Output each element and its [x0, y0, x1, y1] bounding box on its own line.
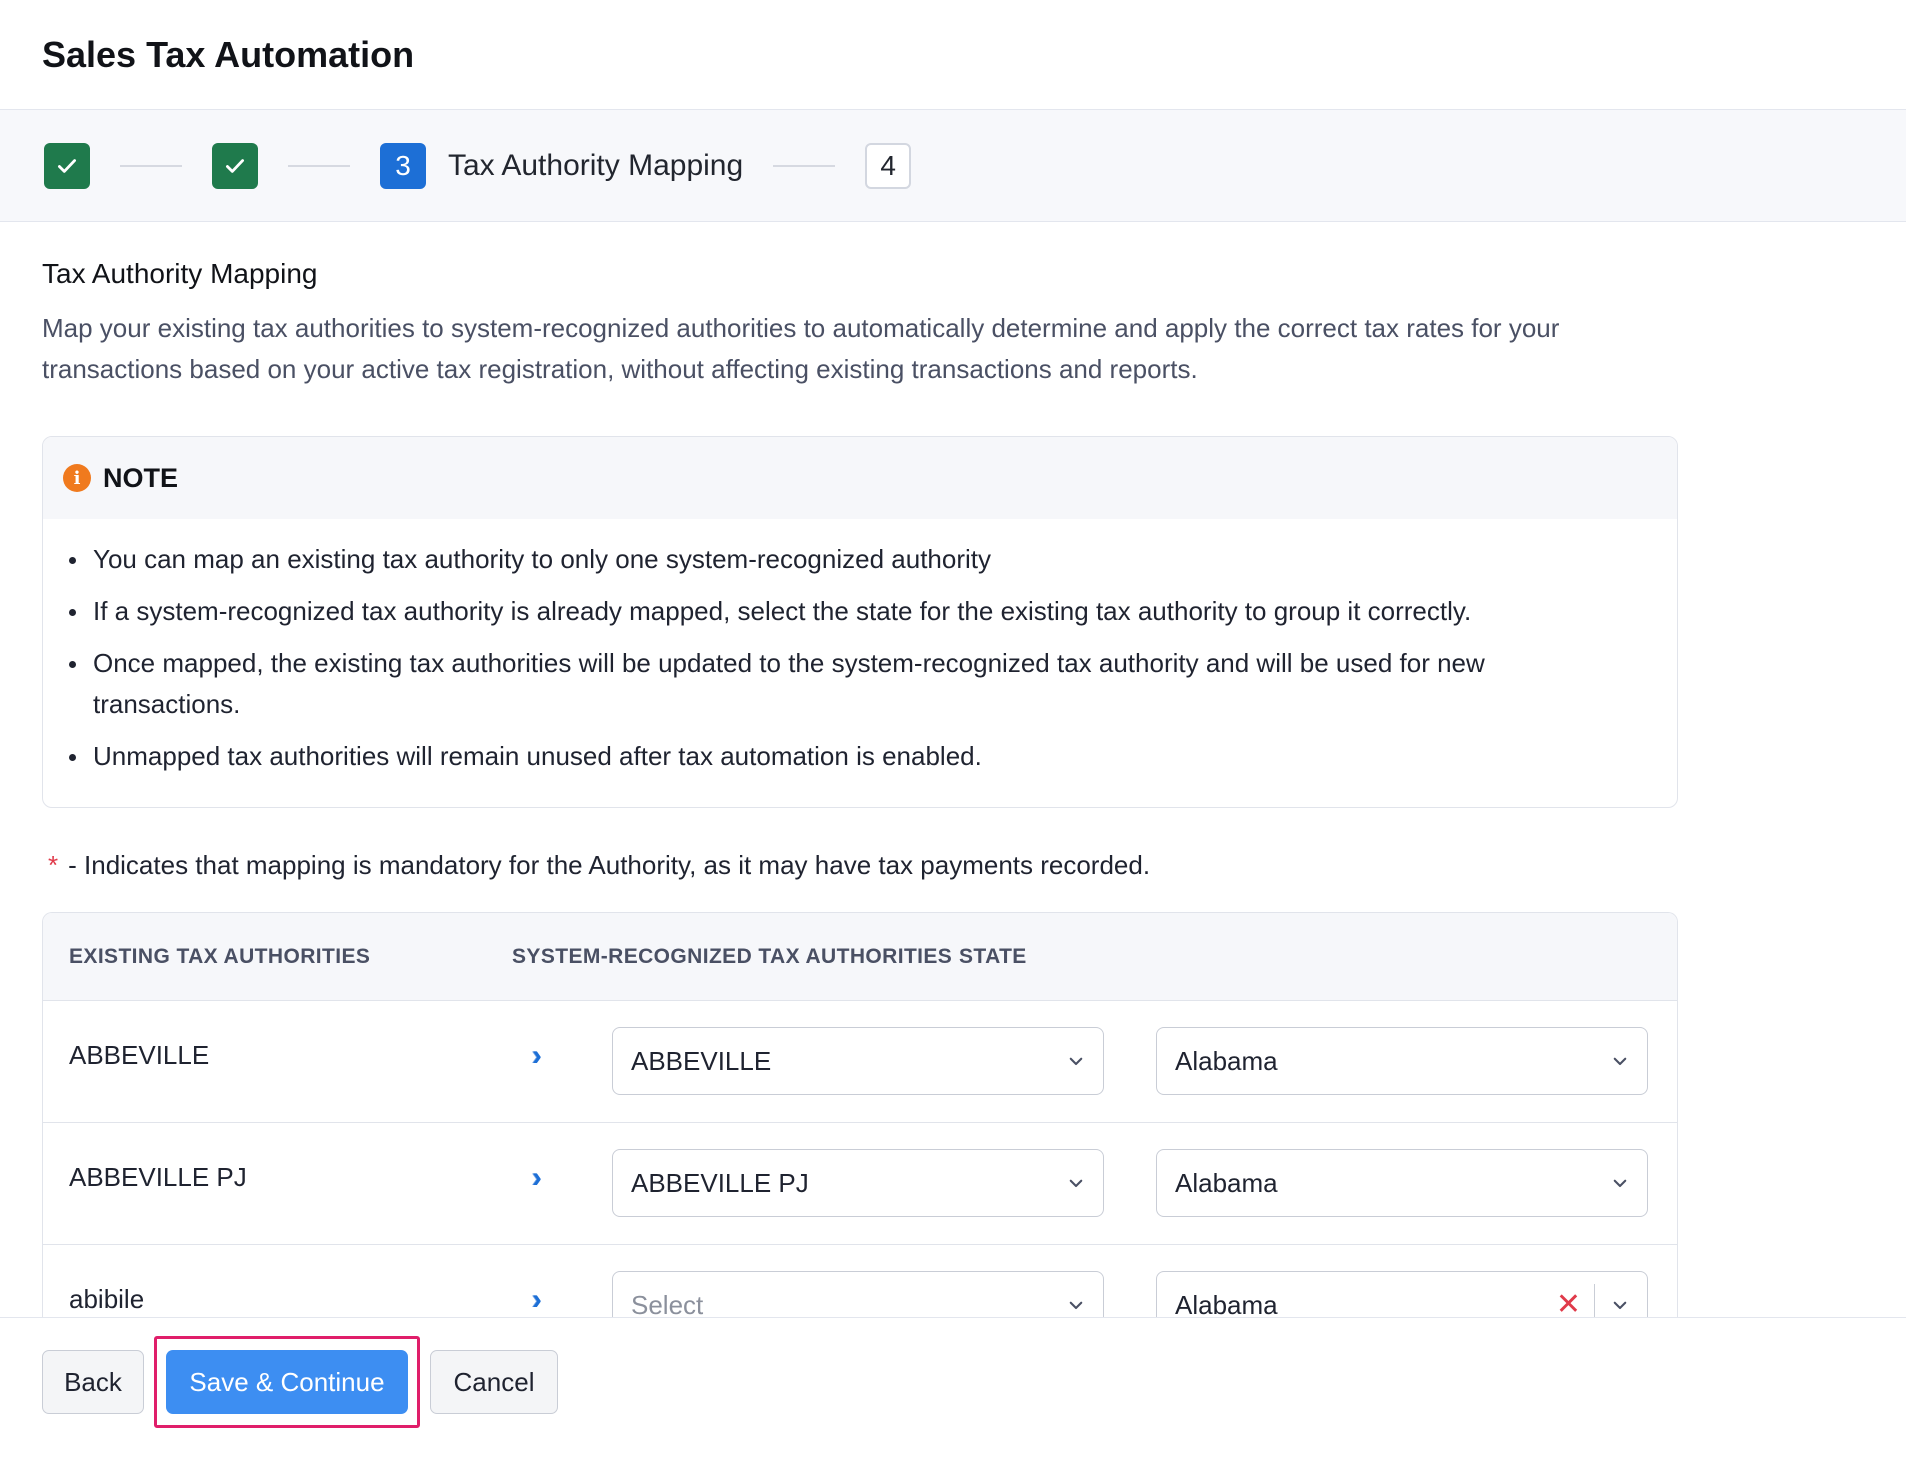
required-star: *	[48, 850, 59, 880]
step-connector	[288, 164, 350, 167]
select-value: ABBEVILLE	[631, 1045, 772, 1076]
cancel-button[interactable]: Cancel	[430, 1350, 558, 1414]
footer-action-bar: Back Save & Continue Cancel	[0, 1317, 1906, 1464]
step-2-completed[interactable]	[212, 142, 258, 189]
system-authority-select[interactable]: ABBEVILLE PJ	[612, 1149, 1104, 1217]
existing-authority-name: ABBEVILLE PJ	[69, 1162, 247, 1192]
column-header-existing: EXISTING TAX AUTHORITIES	[69, 945, 371, 968]
check-icon	[58, 158, 76, 173]
save-continue-button[interactable]: Save & Continue	[166, 1350, 408, 1414]
column-header-system: SYSTEM-RECOGNIZED TAX AUTHORITIES	[512, 945, 953, 968]
select-placeholder: Select	[631, 1289, 704, 1320]
double-chevron-right-icon: ››	[531, 1039, 542, 1072]
chevron-down-icon	[1069, 1057, 1083, 1066]
state-select[interactable]: Alabama	[1156, 1149, 1648, 1217]
select-value: Alabama	[1175, 1289, 1278, 1320]
chevron-down-icon	[1613, 1301, 1627, 1310]
progress-stepper: 3 Tax Authority Mapping 4	[0, 110, 1906, 222]
table-header: EXISTING TAX AUTHORITIES SYSTEM-RECOGNIZ…	[43, 913, 1677, 1001]
section-description: Map your existing tax authorities to sys…	[42, 313, 1560, 384]
note-item: You can map an existing tax authority to…	[69, 539, 1621, 580]
note-item: If a system-recognized tax authority is …	[69, 591, 1621, 632]
chevron-down-icon	[1613, 1057, 1627, 1066]
page-title: Sales Tax Automation	[42, 33, 415, 75]
step-3-active[interactable]: 3	[380, 142, 426, 189]
chevron-down-icon	[1613, 1179, 1627, 1188]
clear-icon[interactable]: ✕	[1556, 1290, 1581, 1320]
table-row: ABBEVILLE ›› ABBEVILLE Alabama	[43, 1001, 1677, 1123]
note-item: Once mapped, the existing tax authoritie…	[69, 643, 1621, 725]
double-chevron-right-icon: ››	[531, 1283, 542, 1316]
note-box: i NOTE You can map an existing tax autho…	[42, 436, 1678, 808]
chevron-down-icon	[1069, 1179, 1083, 1188]
note-item: Unmapped tax authorities will remain unu…	[69, 736, 1621, 777]
note-list: You can map an existing tax authority to…	[43, 519, 1677, 777]
check-icon	[226, 158, 244, 173]
step-connector	[120, 164, 182, 167]
existing-authority-name: abibile	[69, 1284, 145, 1314]
state-select[interactable]: Alabama	[1156, 1027, 1648, 1095]
note-header: i NOTE	[43, 437, 1677, 519]
column-header-state: STATE	[959, 945, 1027, 968]
mandatory-legend: * - Indicates that mapping is mandatory f…	[42, 850, 1150, 881]
double-chevron-right-icon: ››	[531, 1161, 542, 1194]
mapping-table: EXISTING TAX AUTHORITIES SYSTEM-RECOGNIZ…	[42, 912, 1678, 1372]
mandatory-text: - Indicates that mapping is mandatory fo…	[68, 850, 1151, 880]
step-connector	[773, 164, 836, 167]
step-1-completed[interactable]	[44, 142, 90, 189]
system-authority-select[interactable]: ABBEVILLE	[612, 1027, 1104, 1095]
table-row: ABBEVILLE PJ ›› ABBEVILLE PJ Alabama	[43, 1123, 1677, 1245]
chevron-down-icon	[1069, 1301, 1083, 1310]
note-title: NOTE	[103, 462, 179, 493]
select-value: Alabama	[1175, 1167, 1278, 1198]
select-value: Alabama	[1175, 1045, 1278, 1076]
step-4-upcoming: 4	[865, 142, 912, 189]
section-title: Tax Authority Mapping	[42, 258, 318, 289]
back-button[interactable]: Back	[42, 1350, 144, 1414]
info-icon: i	[63, 464, 91, 492]
step-3-label: Tax Authority Mapping	[448, 148, 744, 182]
existing-authority-name: ABBEVILLE	[69, 1040, 210, 1070]
page-header: Sales Tax Automation	[0, 0, 1906, 110]
select-value: ABBEVILLE PJ	[631, 1167, 809, 1198]
